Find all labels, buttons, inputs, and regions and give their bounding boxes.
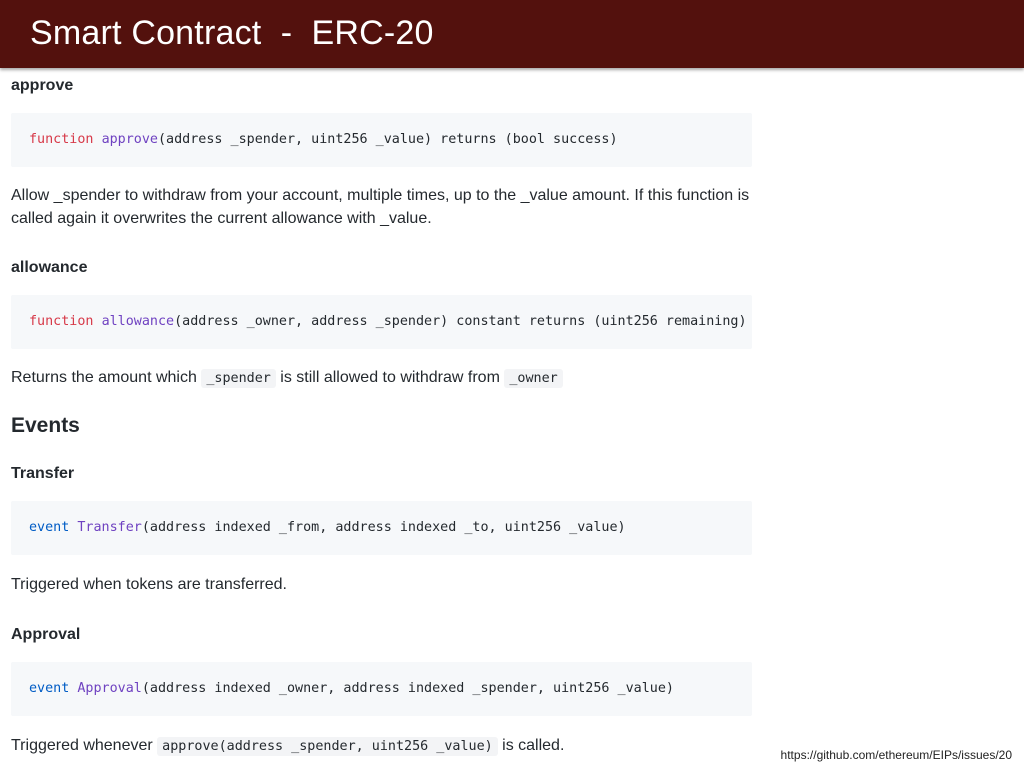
allowance-description-text2: is still allowed to withdraw from (275, 369, 505, 386)
approval-code-block: event Approval(address indexed _owner, a… (11, 662, 752, 716)
events-heading: Events (11, 414, 80, 437)
approval-description-text1: Triggered whenever (11, 737, 158, 754)
allowance-description: Returns the amount which _spender is sti… (11, 366, 752, 390)
allowance-code-keyword: function (29, 314, 94, 329)
approve-code-name: approve (101, 132, 158, 147)
allowance-code-name: allowance (101, 314, 175, 329)
transfer-code-name: Transfer (77, 520, 142, 535)
allowance-code-block: function allowance(address _owner, addre… (11, 295, 752, 349)
approval-code-name: Approval (77, 681, 142, 696)
allowance-description-text1: Returns the amount which (11, 369, 202, 386)
inline-code-spender: _spender (201, 369, 276, 388)
transfer-heading: Transfer (11, 465, 75, 482)
approve-code-block: function approve(address _spender, uint2… (11, 113, 752, 167)
allowance-code-signature: (address _owner, address _spender) const… (174, 314, 747, 329)
transfer-code-keyword: event (29, 520, 70, 535)
approval-description-text2: is called. (497, 737, 565, 754)
document-content: approve function approve(address _spende… (11, 72, 752, 758)
approve-code-keyword: function (29, 132, 94, 147)
source-url[interactable]: https://github.com/ethereum/EIPs/issues/… (781, 748, 1012, 762)
approve-code-signature: (address _spender, uint256 _value) retur… (158, 132, 618, 147)
allowance-heading: allowance (11, 259, 88, 276)
inline-code-owner: _owner (504, 369, 563, 388)
transfer-code-signature: (address indexed _from, address indexed … (141, 520, 626, 535)
slide: Smart Contract - ERC-20 approve function… (0, 0, 1024, 768)
approval-description: Triggered whenever approve(address _spen… (11, 734, 752, 758)
title-bar: Smart Contract - ERC-20 (0, 0, 1024, 68)
inline-code-approve-call: approve(address _spender, uint256 _value… (157, 737, 498, 756)
approval-code-keyword: event (29, 681, 70, 696)
approval-heading: Approval (11, 626, 81, 643)
approve-description: Allow _spender to withdraw from your acc… (11, 187, 750, 227)
slide-title: Smart Contract - ERC-20 (30, 14, 434, 52)
transfer-code-block: event Transfer(address indexed _from, ad… (11, 501, 752, 555)
approval-code-signature: (address indexed _owner, address indexed… (141, 681, 674, 696)
transfer-description: Triggered when tokens are transferred. (11, 576, 287, 593)
approve-heading: approve (11, 77, 74, 94)
